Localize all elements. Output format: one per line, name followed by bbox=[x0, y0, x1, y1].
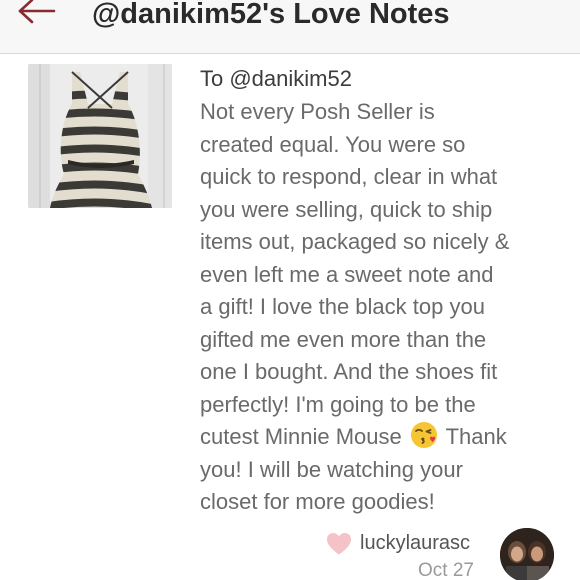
message-line: one I bought. And the shoes fit bbox=[200, 359, 498, 384]
message-line-with-emoji: cutest Minnie Mouse Thank bbox=[200, 421, 565, 454]
note-message: Not every Posh Seller is created equal. … bbox=[200, 96, 565, 519]
author-avatar[interactable] bbox=[500, 528, 554, 580]
back-arrow-icon bbox=[18, 0, 56, 24]
listing-thumbnail[interactable] bbox=[28, 64, 172, 208]
kissing-face-emoji-icon bbox=[410, 422, 437, 448]
page-title: @danikim52's Love Notes bbox=[92, 0, 450, 30]
striped-top-image bbox=[28, 64, 172, 208]
message-line: gifted me even more than the bbox=[200, 326, 487, 352]
message-line: you were selling, quick to ship bbox=[200, 196, 493, 222]
message-line: perfectly! I'm going to be the bbox=[200, 391, 476, 417]
author-username-link[interactable]: luckylaurasc bbox=[360, 530, 470, 556]
message-text: Thank bbox=[445, 424, 507, 449]
message-line: quick to respond, clear in what bbox=[200, 164, 498, 189]
message-line: closet for more goodies! bbox=[200, 489, 435, 514]
message-line: Not every Posh Seller is bbox=[200, 99, 435, 124]
love-notes-screen: @danikim52's Love Notes To @danikim52 No… bbox=[0, 0, 580, 580]
message-line: even left me a sweet note and bbox=[200, 261, 494, 287]
message-line: items out, packaged so nicely & bbox=[200, 229, 510, 254]
back-button[interactable] bbox=[12, 0, 60, 30]
heart-icon bbox=[327, 533, 351, 555]
note-date: Oct 27 bbox=[418, 560, 474, 580]
header-bar: @danikim52's Love Notes bbox=[0, 0, 580, 54]
avatar-image bbox=[500, 528, 554, 580]
message-text: cutest Minnie Mouse bbox=[200, 424, 402, 449]
note-recipient: To @danikim52 bbox=[200, 66, 352, 91]
like-button[interactable] bbox=[326, 532, 352, 556]
message-line: created equal. You were so bbox=[200, 131, 466, 157]
message-line: you! I will be watching your bbox=[200, 456, 463, 482]
message-line: a gift! I love the black top you bbox=[200, 294, 485, 319]
